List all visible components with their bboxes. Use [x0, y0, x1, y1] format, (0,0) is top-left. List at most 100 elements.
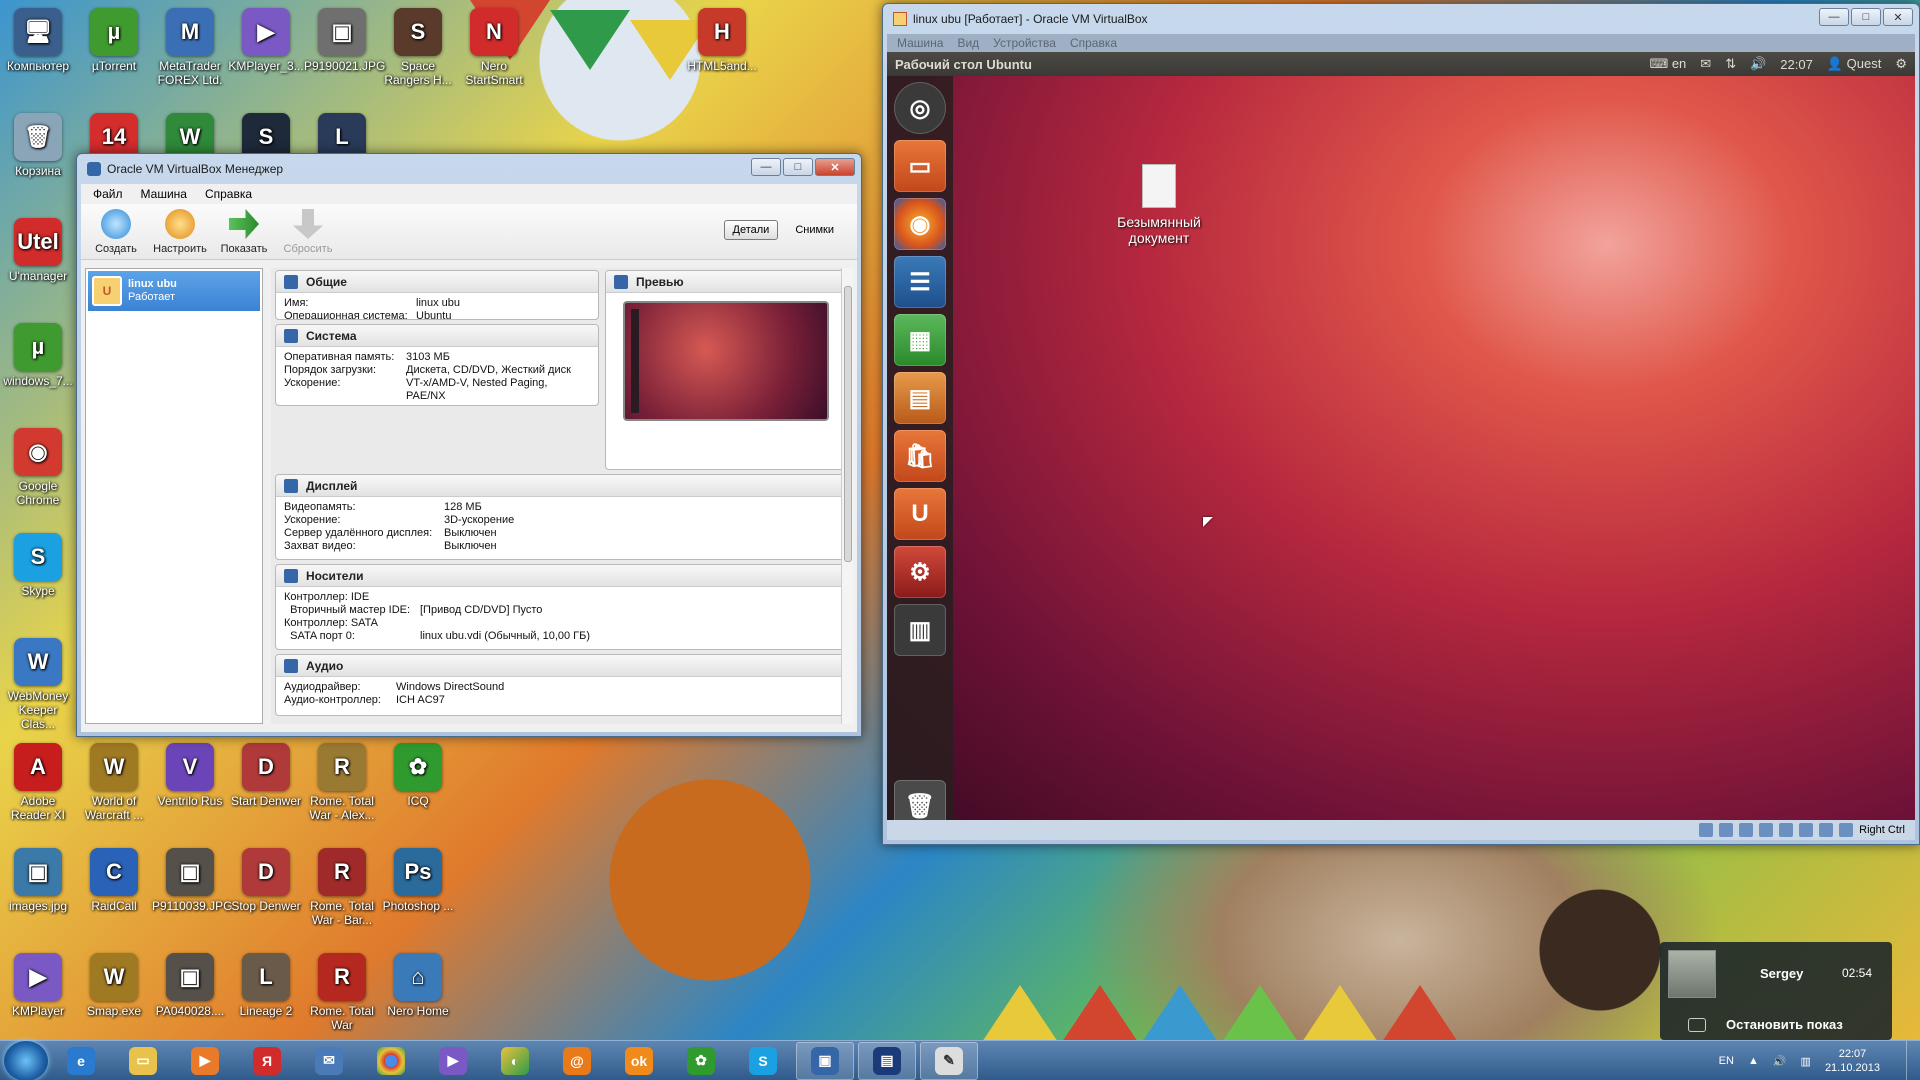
desktop-icon[interactable]: ▶ KMPlayer [0, 953, 76, 1018]
tray-expand-icon[interactable]: ▲ [1748, 1055, 1759, 1067]
desktop-icon[interactable]: Ps Photoshop ... [380, 848, 456, 913]
desktop-icon[interactable]: R Rome. Total War [304, 953, 380, 1032]
section-header[interactable]: Носители [276, 565, 841, 587]
scrollbar-thumb[interactable] [844, 286, 852, 562]
usb-icon[interactable] [1739, 823, 1754, 837]
hdd-icon[interactable] [1699, 823, 1714, 837]
show-button[interactable]: Показать [217, 209, 271, 255]
vm-list-item[interactable]: U linux ubu Работает [88, 271, 260, 311]
menu-machine[interactable]: Машина [897, 36, 943, 50]
user-menu[interactable]: 👤 Quest [1827, 56, 1882, 72]
section-header[interactable]: Система [276, 325, 598, 347]
system-settings-icon[interactable]: ⚙ [894, 546, 946, 598]
volume-icon[interactable]: 🔊 [1750, 56, 1766, 72]
settings-button[interactable]: Настроить [153, 209, 207, 255]
taskbar-skype[interactable]: S [734, 1042, 792, 1080]
menu-machine[interactable]: Машина [141, 187, 187, 201]
taskbar-ie[interactable]: e [52, 1042, 110, 1080]
close-button[interactable]: ✕ [1883, 8, 1913, 26]
taskbar-mail[interactable]: ✉ [300, 1042, 358, 1080]
minimize-button[interactable]: — [751, 158, 781, 176]
taskbar-app[interactable]: ◐ [486, 1042, 544, 1080]
keyboard-layout-indicator[interactable]: ⌨ en [1649, 56, 1686, 72]
section-header[interactable]: Дисплей [276, 475, 841, 497]
show-desktop-button[interactable] [1906, 1041, 1920, 1080]
desktop-icon[interactable]: ▣ PA040028.... [152, 953, 228, 1018]
desktop-icon[interactable]: 🗑 Корзина [0, 113, 76, 178]
desktop-icon[interactable]: C RaidCall [76, 848, 152, 913]
menu-devices[interactable]: Устройства [993, 36, 1056, 50]
firefox-icon[interactable]: ◉ [894, 198, 946, 250]
desktop-icon[interactable]: µ windows_7... [0, 323, 76, 388]
minimize-button[interactable]: — [1819, 8, 1849, 26]
desktop-icon[interactable]: ▣ P9110039.JPG [152, 848, 233, 913]
workspace-switcher-icon[interactable]: ▥ [894, 604, 946, 656]
taskbar-explorer[interactable]: ▭ [114, 1042, 172, 1080]
network-icon[interactable]: ▥ [1801, 1055, 1811, 1068]
desktop-icon[interactable]: ▣ P9190021.JPG [304, 8, 385, 73]
desktop-icon[interactable]: V Ventrilo Rus [152, 743, 228, 808]
folder-icon[interactable]: ▭ [894, 140, 946, 192]
taskbar-kmplayer[interactable]: ▶ [424, 1042, 482, 1080]
mouse-integration-icon[interactable] [1839, 823, 1854, 837]
vm-window[interactable]: linux ubu [Работает] - Oracle VM Virtual… [882, 3, 1920, 845]
desktop-icon[interactable]: D Start Denwer [228, 743, 304, 808]
desktop-icon[interactable]: L Lineage 2 [228, 953, 304, 1018]
software-center-icon[interactable]: 🛍 [894, 430, 946, 482]
stop-sharing-button[interactable]: Остановить показ [1726, 1017, 1843, 1032]
language-indicator[interactable]: EN [1719, 1055, 1734, 1067]
section-header[interactable]: Общие [276, 271, 598, 293]
virtualbox-manager-window[interactable]: Oracle VM VirtualBox Менеджер — □ ✕ Файл… [76, 153, 862, 737]
window-titlebar[interactable]: Oracle VM VirtualBox Менеджер [77, 154, 861, 184]
cd-icon[interactable] [1719, 823, 1734, 837]
ubuntu-one-icon[interactable]: U [894, 488, 946, 540]
writer-icon[interactable]: ☰ [894, 256, 946, 308]
taskbar-yandex[interactable]: Я [238, 1042, 296, 1080]
network-icon[interactable]: ⇅ [1725, 56, 1736, 72]
menu-view[interactable]: Вид [957, 36, 979, 50]
network-adapter-icon[interactable] [1779, 823, 1794, 837]
create-button[interactable]: Создать [89, 209, 143, 255]
menu-file[interactable]: Файл [93, 187, 123, 201]
desktop-icon[interactable]: D Stop Denwer [228, 848, 304, 913]
desktop-icon[interactable]: ⌂ Nero Home [380, 953, 456, 1018]
desktop-icon[interactable]: µ µTorrent [76, 8, 152, 73]
section-header[interactable]: Превью [606, 271, 841, 293]
desktop-icon[interactable]: W World of Warcraft ... [76, 743, 152, 822]
impress-icon[interactable]: ▤ [894, 372, 946, 424]
dash-icon[interactable]: ◎ [894, 82, 946, 134]
window-titlebar[interactable]: linux ubu [Работает] - Oracle VM Virtual… [883, 4, 1919, 34]
taskbar-chrome[interactable] [362, 1042, 420, 1080]
menu-help[interactable]: Справка [205, 187, 252, 201]
volume-icon[interactable]: 🔊 [1773, 1055, 1787, 1068]
gear-icon[interactable]: ⚙ [1895, 56, 1907, 72]
virtualization-icon[interactable] [1819, 823, 1834, 837]
close-button[interactable]: ✕ [815, 158, 855, 176]
section-header[interactable]: Аудио [276, 655, 841, 677]
taskbar-media-player[interactable]: ▶ [176, 1042, 234, 1080]
start-button[interactable] [4, 1040, 48, 1080]
snapshots-tab[interactable]: Снимки [786, 220, 843, 240]
desktop-icon[interactable]: ✿ ICQ [380, 743, 456, 808]
guest-screen[interactable]: Рабочий стол Ubuntu ⌨ en ✉ ⇅ 🔊 22:07 👤 Q… [887, 52, 1915, 822]
desktop-icon[interactable]: S Skype [0, 533, 76, 598]
desktop-file[interactable]: Безымянный документ [1099, 164, 1219, 246]
desktop-icon[interactable]: A Adobe Reader XI [0, 743, 76, 822]
desktop-icon[interactable]: R Rome. Total War - Bar... [304, 848, 380, 927]
desktop-icon[interactable]: R Rome. Total War - Alex... [304, 743, 380, 822]
maximize-button[interactable]: □ [783, 158, 813, 176]
desktop-icon[interactable]: 🖥 Компьютер [0, 8, 76, 73]
discard-button[interactable]: Сбросить [281, 209, 335, 255]
trash-icon[interactable]: 🗑 [894, 780, 946, 822]
ubuntu-clock[interactable]: 22:07 [1780, 57, 1813, 72]
taskbar-vm-window[interactable]: ▤ [858, 1041, 916, 1080]
desktop-icon[interactable]: ◉ Google Chrome [0, 428, 76, 507]
taskbar-editor[interactable]: ✎ [920, 1041, 978, 1080]
taskbar-odnoklassniki[interactable]: ok [610, 1042, 668, 1080]
desktop-icon[interactable]: Utel U'manager [0, 218, 76, 283]
shared-folders-icon[interactable] [1759, 823, 1774, 837]
desktop-icon[interactable]: W WebMoney Keeper Clas... [0, 638, 76, 731]
desktop-icon[interactable]: ▶ KMPlayer_3... [228, 8, 304, 73]
desktop-icon[interactable]: M MetaTrader FOREX Ltd. [152, 8, 228, 87]
desktop-icon[interactable]: N Nero StartSmart [456, 8, 532, 87]
